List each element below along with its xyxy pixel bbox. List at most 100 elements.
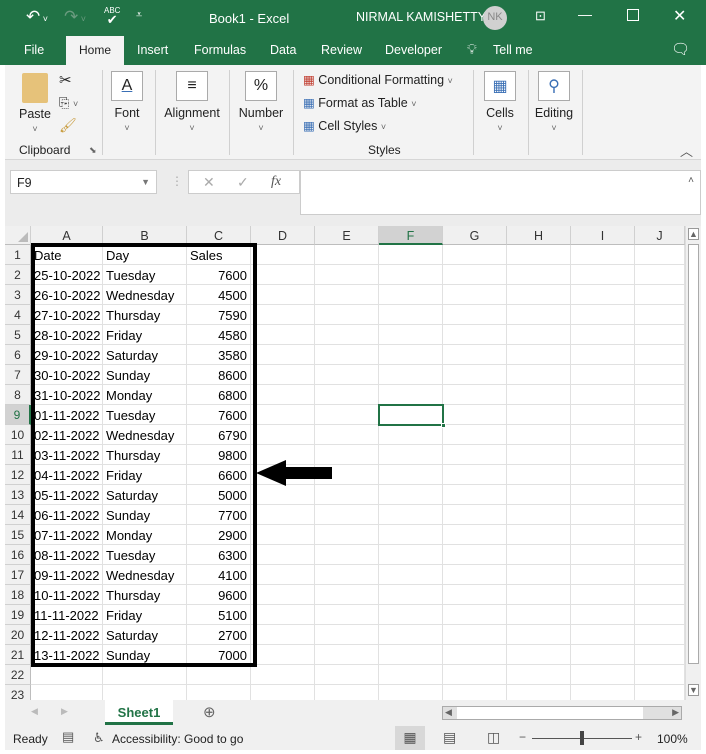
cell-I10[interactable]: [571, 425, 635, 445]
cell-F2[interactable]: [379, 265, 443, 285]
paste-button[interactable]: Paste ˅: [17, 73, 53, 135]
column-header-J[interactable]: J: [635, 226, 685, 245]
cell-J14[interactable]: [635, 505, 685, 525]
cell-D14[interactable]: [251, 505, 315, 525]
cell-J20[interactable]: [635, 625, 685, 645]
enter-icon[interactable]: ✓: [237, 174, 249, 191]
select-all-corner[interactable]: [5, 226, 31, 245]
cancel-icon[interactable]: ✕: [203, 174, 215, 191]
cell-H15[interactable]: [507, 525, 571, 545]
cell-G2[interactable]: [443, 265, 507, 285]
fill-handle[interactable]: [441, 423, 446, 428]
cell-H22[interactable]: [507, 665, 571, 685]
cell-H14[interactable]: [507, 505, 571, 525]
cell-J16[interactable]: [635, 545, 685, 565]
cell-D15[interactable]: [251, 525, 315, 545]
horizontal-scroll-thumb[interactable]: [457, 707, 643, 719]
cell-I13[interactable]: [571, 485, 635, 505]
cell-F14[interactable]: [379, 505, 443, 525]
cell-F22[interactable]: [379, 665, 443, 685]
cell-E19[interactable]: [315, 605, 379, 625]
cell-F13[interactable]: [379, 485, 443, 505]
tab-insert[interactable]: Insert: [137, 43, 168, 57]
name-box[interactable]: F9 ▼: [10, 170, 157, 194]
row-header-16[interactable]: 16: [5, 545, 31, 565]
cell-J1[interactable]: [635, 245, 685, 265]
undo-icon[interactable]: ↶ ˅: [26, 7, 48, 27]
cell-B22[interactable]: [103, 665, 187, 685]
zoom-slider-handle[interactable]: [580, 731, 584, 745]
cell-F8[interactable]: [379, 385, 443, 405]
cell-I15[interactable]: [571, 525, 635, 545]
cell-D3[interactable]: [251, 285, 315, 305]
cell-D18[interactable]: [251, 585, 315, 605]
conditional-formatting-button[interactable]: ▦ Conditional Formatting ˅: [303, 72, 453, 87]
cell-F11[interactable]: [379, 445, 443, 465]
row-header-10[interactable]: 10: [5, 425, 31, 445]
number-button[interactable]: % Number ˅: [234, 71, 288, 134]
cell-E18[interactable]: [315, 585, 379, 605]
customize-qat-icon[interactable]: ⩡: [136, 9, 142, 22]
cell-F17[interactable]: [379, 565, 443, 585]
sheet-tab[interactable]: Sheet1: [105, 700, 173, 725]
redo-icon[interactable]: ↷ ˅: [64, 7, 86, 27]
cell-G13[interactable]: [443, 485, 507, 505]
cell-styles-button[interactable]: ▦ Cell Styles ˅: [303, 118, 386, 133]
cell-E22[interactable]: [315, 665, 379, 685]
column-header-G[interactable]: G: [443, 226, 507, 245]
page-layout-icon[interactable]: ▤: [443, 729, 456, 746]
cell-J12[interactable]: [635, 465, 685, 485]
cell-E21[interactable]: [315, 645, 379, 665]
cell-H18[interactable]: [507, 585, 571, 605]
minimize-icon[interactable]: —: [578, 6, 592, 22]
zoom-level[interactable]: 100%: [657, 732, 688, 746]
cell-J3[interactable]: [635, 285, 685, 305]
cell-F6[interactable]: [379, 345, 443, 365]
cell-D9[interactable]: [251, 405, 315, 425]
cell-D19[interactable]: [251, 605, 315, 625]
format-as-table-button[interactable]: ▦ Format as Table ˅: [303, 95, 416, 110]
row-header-5[interactable]: 5: [5, 325, 31, 345]
cell-E13[interactable]: [315, 485, 379, 505]
cell-E4[interactable]: [315, 305, 379, 325]
tab-data[interactable]: Data: [270, 43, 296, 57]
cell-I3[interactable]: [571, 285, 635, 305]
cell-G7[interactable]: [443, 365, 507, 385]
cell-G19[interactable]: [443, 605, 507, 625]
row-header-22[interactable]: 22: [5, 665, 31, 685]
row-header-15[interactable]: 15: [5, 525, 31, 545]
cell-H12[interactable]: [507, 465, 571, 485]
cell-H19[interactable]: [507, 605, 571, 625]
cell-F12[interactable]: [379, 465, 443, 485]
cell-D1[interactable]: [251, 245, 315, 265]
row-header-12[interactable]: 12: [5, 465, 31, 485]
row-header-6[interactable]: 6: [5, 345, 31, 365]
cell-D6[interactable]: [251, 345, 315, 365]
insert-function-icon[interactable]: fx: [271, 174, 281, 190]
cell-I17[interactable]: [571, 565, 635, 585]
cell-F5[interactable]: [379, 325, 443, 345]
row-header-13[interactable]: 13: [5, 485, 31, 505]
cell-H21[interactable]: [507, 645, 571, 665]
cell-G20[interactable]: [443, 625, 507, 645]
cell-E6[interactable]: [315, 345, 379, 365]
cell-G22[interactable]: [443, 665, 507, 685]
cell-I9[interactable]: [571, 405, 635, 425]
cell-I11[interactable]: [571, 445, 635, 465]
cell-J22[interactable]: [635, 665, 685, 685]
maximize-icon[interactable]: [627, 9, 639, 21]
font-button[interactable]: A Font ˅: [107, 71, 147, 134]
close-icon[interactable]: ✕: [673, 6, 686, 26]
tab-formulas[interactable]: Formulas: [194, 43, 246, 57]
cell-J13[interactable]: [635, 485, 685, 505]
splitter-handle[interactable]: ⋮: [171, 174, 183, 188]
cell-C22[interactable]: [187, 665, 251, 685]
tab-review[interactable]: Review: [321, 43, 362, 57]
cell-D21[interactable]: [251, 645, 315, 665]
cell-I7[interactable]: [571, 365, 635, 385]
avatar[interactable]: NK: [483, 6, 507, 30]
cell-E5[interactable]: [315, 325, 379, 345]
column-header-D[interactable]: D: [251, 226, 315, 245]
cell-J9[interactable]: [635, 405, 685, 425]
page-break-icon[interactable]: ◫: [487, 729, 500, 746]
